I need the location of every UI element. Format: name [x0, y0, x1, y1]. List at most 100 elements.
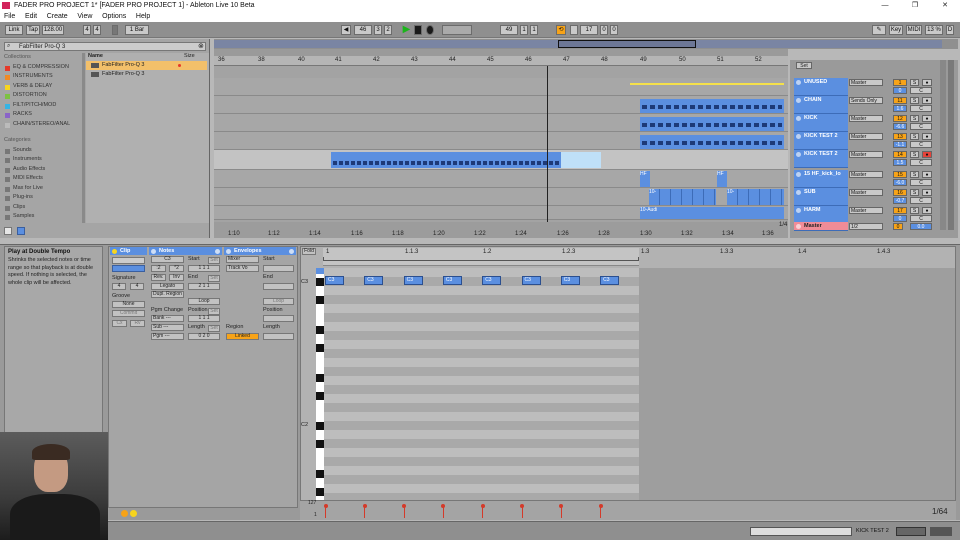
browser-search-input[interactable]: FabFilter Pro-Q 3 [4, 42, 206, 51]
name-column-header[interactable]: Name [88, 53, 103, 59]
track-pan[interactable]: C [910, 197, 932, 204]
clip-sig-den[interactable]: 4 [130, 283, 144, 290]
midi-clip[interactable] [640, 135, 784, 149]
track-volume[interactable]: 0 [893, 215, 907, 222]
arm-button[interactable]: ● [922, 133, 932, 140]
tap-button[interactable]: Tap [26, 25, 40, 35]
clip-name-field[interactable] [112, 257, 145, 264]
clip-cx-button[interactable]: Cx [112, 320, 127, 327]
collection-distortion[interactable]: DISTORTION [4, 91, 82, 101]
menu-create[interactable]: Create [43, 11, 72, 22]
track-pan[interactable]: C [910, 159, 932, 166]
position-set-button[interactable]: Set [208, 308, 220, 315]
track-activator[interactable]: 11 [893, 97, 907, 104]
collection-eq-compression[interactable]: EQ & COMPRESSION [4, 63, 82, 73]
maximize-button[interactable]: ❐ [900, 0, 930, 11]
master-volume[interactable]: 0 [893, 223, 903, 230]
punch-in-icon[interactable] [570, 25, 578, 35]
track-volume[interactable]: -6.6 [893, 123, 907, 130]
time-selection[interactable] [561, 152, 601, 168]
fold-button[interactable]: Fold [302, 248, 316, 255]
solo-button[interactable]: S [910, 151, 919, 158]
menu-help[interactable]: Help [132, 11, 154, 22]
lane-harm[interactable]: 10-Audi [214, 206, 788, 220]
midi-clip[interactable] [640, 99, 784, 113]
track-header[interactable]: KICK [794, 114, 848, 132]
note-grid[interactable] [324, 268, 639, 500]
velocity-stem[interactable] [598, 504, 603, 518]
clip-rv-button[interactable]: Rv [130, 320, 145, 327]
env-start-field[interactable] [263, 265, 294, 272]
track-pan[interactable]: C [910, 105, 932, 112]
lane-kick-test-2-selected[interactable] [214, 150, 788, 170]
notes-header[interactable]: Notes [149, 247, 222, 255]
notes-fold-icon[interactable] [151, 248, 156, 254]
loop-length-beat[interactable]: 0 [600, 25, 608, 35]
track-activator[interactable]: 13 [893, 133, 907, 140]
loop-length-sixteenth[interactable]: 0 [610, 25, 618, 35]
track-pan[interactable]: C [910, 215, 932, 222]
midi-map-button[interactable]: MIDI [906, 25, 922, 35]
track-activator[interactable]: 16 [893, 189, 907, 196]
velocity-stem[interactable] [559, 504, 564, 518]
midi-clip[interactable] [640, 117, 784, 131]
clip-color-field[interactable] [112, 265, 145, 272]
track-activator[interactable]: 15 [893, 171, 907, 178]
track-volume[interactable]: 0 [893, 87, 907, 94]
arm-button[interactable]: ● [922, 79, 932, 86]
track-volume[interactable]: -0.7 [893, 197, 907, 204]
collection-racks[interactable]: RACKS [4, 110, 82, 120]
solo-button[interactable]: S [910, 133, 919, 140]
menu-file[interactable]: File [0, 11, 19, 22]
keyboard-fold-icon[interactable] [316, 268, 324, 274]
track-volume[interactable]: -6.0 [893, 179, 907, 186]
solo-button[interactable]: S [910, 171, 919, 178]
position-sixteenth[interactable]: 2 [384, 25, 392, 35]
track-pan[interactable]: C [910, 179, 932, 186]
half-time-button[interactable]: :2 [151, 265, 166, 272]
groove-select[interactable]: None [112, 301, 145, 308]
loop-length-bar[interactable]: 17 [580, 25, 598, 35]
midi-ruler[interactable]: 1 1.1.3 1.2 1.2.3 1.3 1.3.3 1.4 1.4.3 [323, 248, 923, 258]
arm-button[interactable]: ● [922, 189, 932, 196]
audio-clip-group[interactable]: 10- [727, 189, 784, 205]
menu-options[interactable]: Options [98, 11, 130, 22]
automation-tools[interactable] [442, 25, 472, 35]
track-pan[interactable]: C [910, 87, 932, 94]
sig-num-field[interactable]: 4 [83, 25, 91, 35]
track-activator[interactable]: 14 [893, 151, 907, 158]
track-fold-icon[interactable] [796, 207, 801, 213]
arm-button[interactable]: ● [922, 115, 932, 122]
start-field[interactable]: 1 1 1 [188, 265, 220, 272]
track-fold-icon[interactable] [796, 171, 801, 177]
track-volume[interactable]: 1.6 [893, 105, 907, 112]
category-sounds[interactable]: Sounds [4, 146, 82, 156]
length-set-button[interactable]: Set [208, 325, 220, 332]
env-end-field[interactable] [263, 283, 294, 290]
category-clips[interactable]: Clips [4, 203, 82, 213]
menu-edit[interactable]: Edit [21, 11, 41, 22]
env-position-field[interactable] [263, 315, 294, 322]
velocity-stem[interactable] [323, 504, 328, 518]
master-pan[interactable]: 0.0 [910, 223, 932, 230]
envelopes-panel-toggle-icon[interactable] [289, 248, 294, 254]
size-column-header[interactable]: Size [184, 53, 195, 59]
solo-button[interactable]: S [910, 189, 919, 196]
track-fold-icon[interactable] [796, 97, 801, 103]
midi-note[interactable]: C3 [600, 276, 620, 285]
loop-switch[interactable]: ⟲ [556, 25, 566, 35]
midi-note[interactable]: C3 [521, 276, 541, 285]
bank-field[interactable]: Bank --- [151, 315, 184, 322]
clip-sig-num[interactable]: 4 [112, 283, 126, 290]
end-field[interactable]: 2 1 1 [188, 283, 220, 290]
solo-button[interactable]: S [910, 79, 919, 86]
play-icon[interactable]: ▶ [402, 25, 411, 35]
envelope-control-select[interactable]: Track Vo [226, 265, 259, 272]
collection-chain-stereo-anal[interactable]: CHAIN/STEREO/ANAL [4, 120, 82, 130]
midi-zoom-label[interactable]: 1/64 [932, 508, 948, 516]
track-header[interactable]: 15 HF_kick_lo [794, 170, 848, 188]
track-output-select[interactable]: Master [849, 189, 883, 196]
piano-keyboard[interactable] [316, 268, 324, 500]
lane-15-hf-kick[interactable]: HF HF [214, 170, 788, 188]
duplicate-region-button[interactable]: Dupl. Region [151, 291, 184, 298]
